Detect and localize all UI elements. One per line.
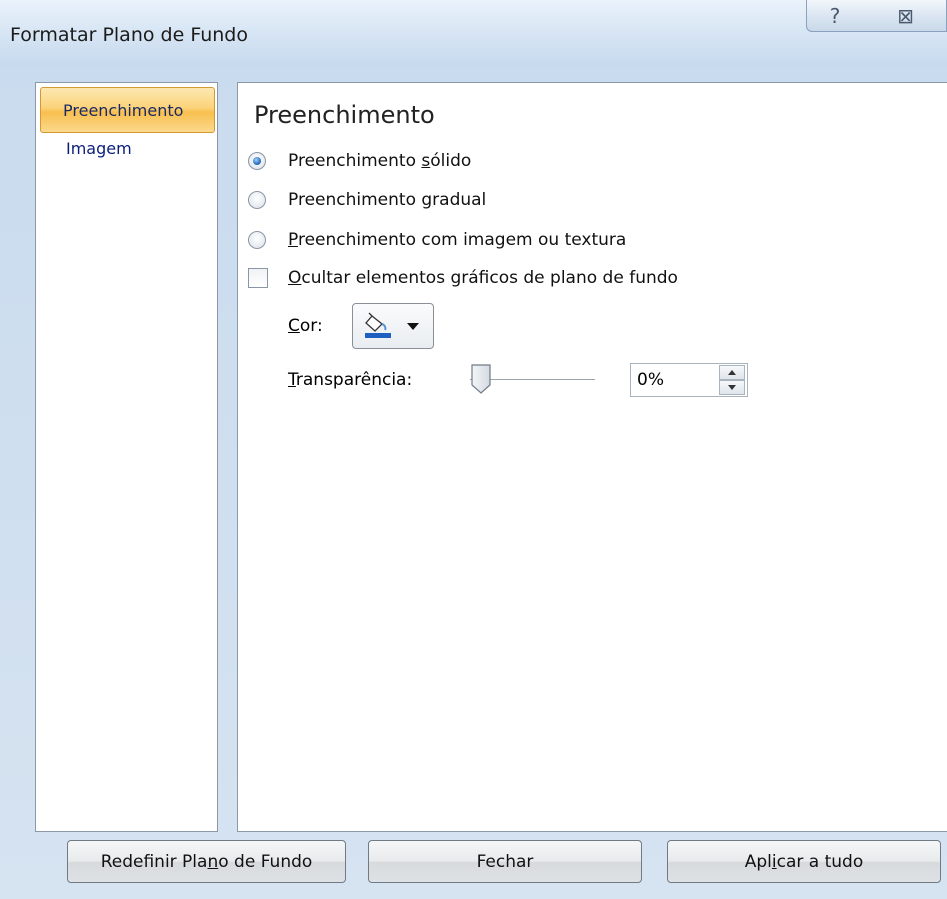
close-button[interactable]: Fechar [368,840,642,883]
hide-graphics-checkbox[interactable] [248,268,268,288]
picture-fill-radio[interactable] [248,231,266,249]
picture-fill-label: Preenchimento com imagem ou textura [288,230,627,250]
solid-fill-radio[interactable] [248,152,266,170]
spin-up-button[interactable] [719,365,745,380]
gradient-fill-radio[interactable] [248,191,266,209]
hide-graphics-label: Ocultar elementos gráficos de plano de f… [288,268,678,288]
close-window-button[interactable]: ⊠ [863,0,947,32]
transparency-spinner[interactable]: 0% [630,363,748,397]
fill-panel: Preenchimento Preenchimento sólido Preen… [237,82,947,832]
transparency-slider-thumb[interactable] [470,363,492,395]
gradient-fill-option[interactable]: Preenchimento gradual [248,186,486,214]
color-swatch [365,333,391,338]
category-item-fill[interactable]: Preenchimento [40,87,215,133]
help-button[interactable]: ? [806,0,864,32]
gradient-fill-label: Preenchimento gradual [288,190,487,210]
picture-fill-option[interactable]: Preenchimento com imagem ou textura [248,226,626,254]
apply-to-all-label: Aplicar a tudo [744,851,864,872]
solid-fill-label: Preenchimento sólido [288,151,472,171]
transparency-value[interactable]: 0% [631,370,719,390]
apply-to-all-button[interactable]: Aplicar a tudo [667,840,941,883]
paint-bucket-icon [363,312,395,340]
color-label: Cor: [288,316,323,336]
title-bar: Formatar Plano de Fundo ? ⊠ [0,0,947,66]
chevron-down-icon [407,322,419,330]
section-title: Preenchimento [254,101,435,129]
transparency-label: Transparência: [288,370,413,390]
help-icon: ? [829,3,841,28]
spinner-buttons [719,365,745,395]
close-label: Fechar [476,851,534,872]
category-item-image[interactable]: Imagem [40,133,215,163]
category-item-label: Preenchimento [63,100,184,120]
category-list: Preenchimento Imagem [35,82,218,832]
reset-background-button[interactable]: Redefinir Plano de Fundo [67,840,346,883]
window-title: Formatar Plano de Fundo [10,24,248,46]
spin-down-button[interactable] [719,380,745,395]
close-icon: ⊠ [897,3,914,28]
reset-background-label: Redefinir Plano de Fundo [100,851,313,872]
category-item-label: Imagem [66,138,132,158]
color-picker-button[interactable] [352,303,434,349]
solid-fill-option[interactable]: Preenchimento sólido [248,147,471,175]
format-background-dialog: Formatar Plano de Fundo ? ⊠ Preenchiment… [0,0,947,899]
hide-graphics-option[interactable]: Ocultar elementos gráficos de plano de f… [248,264,678,292]
